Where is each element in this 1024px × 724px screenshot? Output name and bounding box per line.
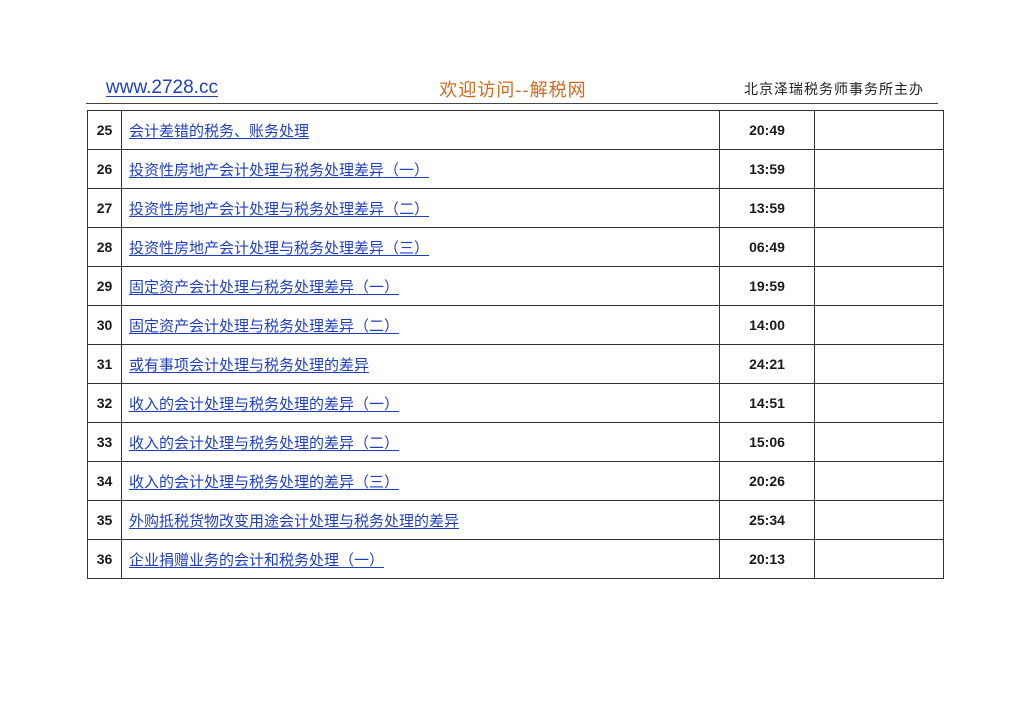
row-title-cell: 收入的会计处理与税务处理的差异（三） — [121, 461, 720, 501]
row-duration: 06:49 — [719, 227, 815, 267]
row-number: 28 — [87, 227, 122, 267]
course-table: 25 会计差错的税务、账务处理 20:49 26 投资性房地产会计处理与税务处理差异（一… — [87, 110, 944, 579]
row-empty-cell — [814, 110, 944, 150]
row-title-cell: 投资性房地产会计处理与税务处理差异（二） — [121, 188, 720, 228]
row-empty-cell — [814, 344, 944, 384]
row-empty-cell — [814, 539, 944, 579]
row-title-cell: 会计差错的税务、账务处理 — [121, 110, 720, 150]
row-title-cell: 固定资产会计处理与税务处理差异（一） — [121, 266, 720, 306]
course-title-link[interactable]: 收入的会计处理与税务处理的差异（一） — [129, 395, 399, 413]
table-row: 36 企业捐赠业务的会计和税务处理（一） 20:13 — [87, 539, 944, 579]
row-title-cell: 或有事项会计处理与税务处理的差异 — [121, 344, 720, 384]
course-table-body: 25 会计差错的税务、账务处理 20:49 26 投资性房地产会计处理与税务处理差异（一… — [87, 110, 944, 579]
row-duration: 20:49 — [719, 110, 815, 150]
table-row: 28 投资性房地产会计处理与税务处理差异（三） 06:49 — [87, 227, 944, 267]
row-number: 29 — [87, 266, 122, 306]
row-title-cell: 固定资产会计处理与税务处理差异（二） — [121, 305, 720, 345]
row-empty-cell — [814, 305, 944, 345]
course-title-link[interactable]: 投资性房地产会计处理与税务处理差异（二） — [129, 200, 429, 218]
table-row: 34 收入的会计处理与税务处理的差异（三） 20:26 — [87, 461, 944, 501]
row-number: 36 — [87, 539, 122, 579]
row-number: 25 — [87, 110, 122, 150]
table-row: 32 收入的会计处理与税务处理的差异（一） 14:51 — [87, 383, 944, 423]
row-title-cell: 外购抵税货物改变用途会计处理与税务处理的差异 — [121, 500, 720, 540]
row-empty-cell — [814, 266, 944, 306]
row-empty-cell — [814, 461, 944, 501]
row-number: 32 — [87, 383, 122, 423]
course-title-link[interactable]: 或有事项会计处理与税务处理的差异 — [129, 356, 369, 374]
row-duration: 20:13 — [719, 539, 815, 579]
row-duration: 20:26 — [719, 461, 815, 501]
course-title-link[interactable]: 投资性房地产会计处理与税务处理差异（三） — [129, 239, 429, 257]
row-title-cell: 收入的会计处理与税务处理的差异（二） — [121, 422, 720, 462]
row-duration: 19:59 — [719, 266, 815, 306]
row-empty-cell — [814, 500, 944, 540]
course-title-link[interactable]: 固定资产会计处理与税务处理差异（一） — [129, 278, 399, 296]
row-title-cell: 收入的会计处理与税务处理的差异（一） — [121, 383, 720, 423]
page-header: www.2728.cc 欢迎访问--解税网 北京泽瑞税务师事务所主办 — [88, 72, 938, 102]
table-row: 31 或有事项会计处理与税务处理的差异 24:21 — [87, 344, 944, 384]
row-title-cell: 投资性房地产会计处理与税务处理差异（三） — [121, 227, 720, 267]
row-empty-cell — [814, 149, 944, 189]
row-number: 30 — [87, 305, 122, 345]
course-title-link[interactable]: 收入的会计处理与税务处理的差异（二） — [129, 434, 399, 452]
row-duration: 14:00 — [719, 305, 815, 345]
table-row: 33 收入的会计处理与税务处理的差异（二） 15:06 — [87, 422, 944, 462]
table-row: 26 投资性房地产会计处理与税务处理差异（一） 13:59 — [87, 149, 944, 189]
sponsor-text: 北京泽瑞税务师事务所主办 — [744, 82, 924, 98]
row-empty-cell — [814, 383, 944, 423]
row-duration: 13:59 — [719, 149, 815, 189]
course-title-link[interactable]: 企业捐赠业务的会计和税务处理（一） — [129, 551, 384, 569]
row-empty-cell — [814, 422, 944, 462]
row-duration: 24:21 — [719, 344, 815, 384]
row-number: 33 — [87, 422, 122, 462]
table-row: 25 会计差错的税务、账务处理 20:49 — [87, 110, 944, 150]
row-empty-cell — [814, 227, 944, 267]
row-number: 27 — [87, 188, 122, 228]
row-duration: 15:06 — [719, 422, 815, 462]
row-duration: 14:51 — [719, 383, 815, 423]
row-duration: 13:59 — [719, 188, 815, 228]
table-row: 27 投资性房地产会计处理与税务处理差异（二） 13:59 — [87, 188, 944, 228]
row-title-cell: 企业捐赠业务的会计和税务处理（一） — [121, 539, 720, 579]
row-empty-cell — [814, 188, 944, 228]
row-number: 35 — [87, 500, 122, 540]
course-title-link[interactable]: 投资性房地产会计处理与税务处理差异（一） — [129, 161, 429, 179]
table-row: 35 外购抵税货物改变用途会计处理与税务处理的差异 25:34 — [87, 500, 944, 540]
table-row: 29 固定资产会计处理与税务处理差异（一） 19:59 — [87, 266, 944, 306]
table-row: 30 固定资产会计处理与税务处理差异（二） 14:00 — [87, 305, 944, 345]
header-divider — [86, 103, 938, 104]
course-title-link[interactable]: 会计差错的税务、账务处理 — [129, 122, 309, 140]
row-duration: 25:34 — [719, 500, 815, 540]
row-number: 26 — [87, 149, 122, 189]
row-number: 34 — [87, 461, 122, 501]
course-title-link[interactable]: 收入的会计处理与税务处理的差异（三） — [129, 473, 399, 491]
course-title-link[interactable]: 固定资产会计处理与税务处理差异（二） — [129, 317, 399, 335]
row-title-cell: 投资性房地产会计处理与税务处理差异（一） — [121, 149, 720, 189]
row-number: 31 — [87, 344, 122, 384]
course-title-link[interactable]: 外购抵税货物改变用途会计处理与税务处理的差异 — [129, 512, 459, 530]
